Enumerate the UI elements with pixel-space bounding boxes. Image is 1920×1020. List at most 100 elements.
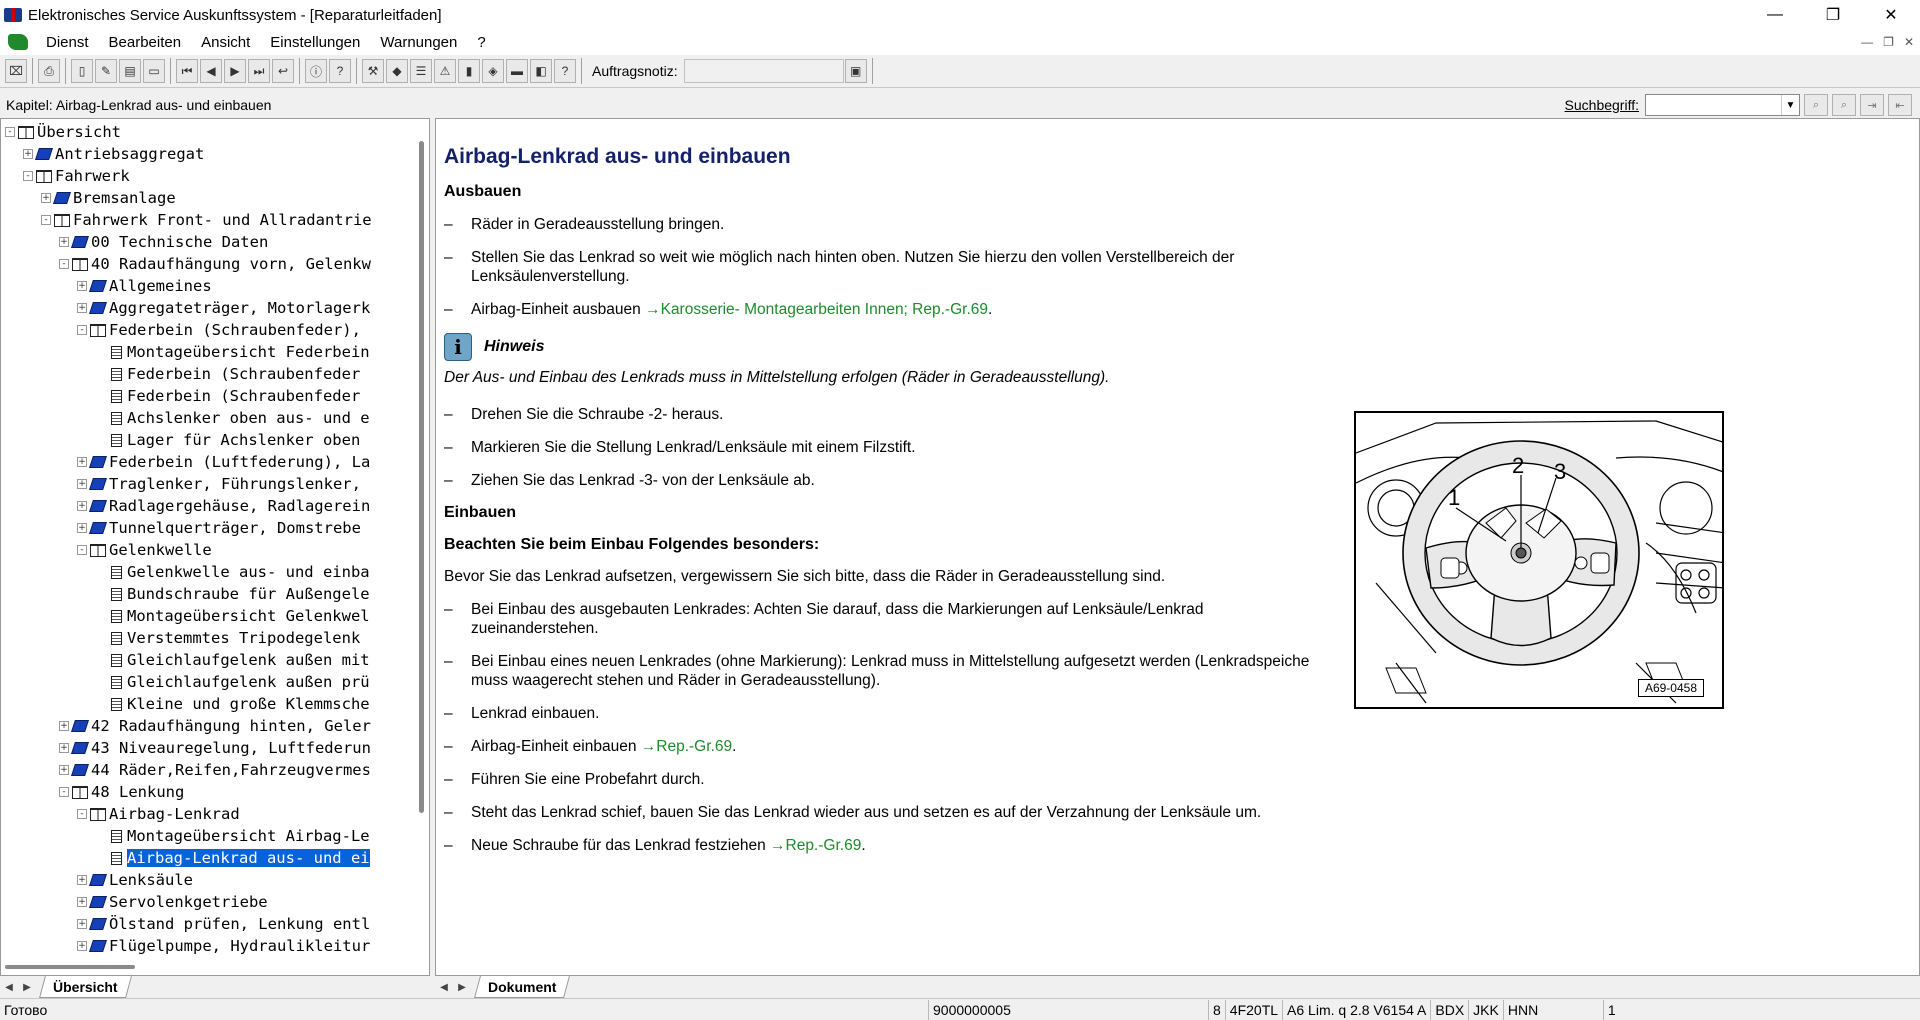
collapse-node-icon[interactable]: - <box>77 545 87 555</box>
previous-page-icon[interactable]: ◀ <box>200 59 222 83</box>
search-next-icon[interactable]: ⌕ <box>1832 94 1856 116</box>
menu-ansicht[interactable]: Ansicht <box>191 34 260 51</box>
doc-restore-button[interactable]: ❐ <box>1883 35 1894 49</box>
tab-dokument[interactable]: Dokument <box>474 976 571 998</box>
tree-item[interactable]: - 40 Radaufhängung vorn, Gelenkw <box>5 253 409 275</box>
tree-item[interactable]: + Aggregateträger, Motorlagerk <box>5 297 409 319</box>
expand-node-icon[interactable]: + <box>77 523 87 533</box>
tree-item[interactable]: + Radlagergehäuse, Radlagerein <box>5 495 409 517</box>
search-dropdown-icon[interactable]: ▼ <box>1781 95 1799 115</box>
tree-horizontal-scrollbar[interactable] <box>1 957 429 975</box>
tree-item[interactable]: Gleichlaufgelenk außen mit <box>5 649 409 671</box>
tree-item[interactable]: + Tunnelquerträger, Domstrebe <box>5 517 409 539</box>
doc-close-button[interactable]: ✕ <box>1904 35 1914 49</box>
expand-node-icon[interactable]: + <box>77 501 87 511</box>
tree-item[interactable]: - Federbein (Schraubenfeder), <box>5 319 409 341</box>
expand-node-icon[interactable]: + <box>77 457 87 467</box>
expand-node-icon[interactable]: + <box>77 897 87 907</box>
edit-document-icon[interactable]: ✎ <box>95 59 117 83</box>
doc-tab-scroll-right-icon[interactable]: ▶ <box>453 978 471 996</box>
expand-node-icon[interactable]: + <box>77 479 87 489</box>
tree-scroll-thumb[interactable] <box>419 141 424 813</box>
print-icon[interactable]: ⎙ <box>38 59 60 83</box>
tree-item[interactable]: Federbein (Schraubenfeder <box>5 363 409 385</box>
order-note-field[interactable] <box>683 59 844 83</box>
tree-item[interactable]: - Fahrwerk Front- und Allradantrie <box>5 209 409 231</box>
tree-item[interactable]: - Gelenkwelle <box>5 539 409 561</box>
tree-item[interactable]: + Ölstand prüfen, Lenkung entl <box>5 913 409 935</box>
tree-item[interactable]: Bundschraube für Außengele <box>5 583 409 605</box>
tree-item[interactable]: Kleine und große Klemmsche <box>5 693 409 715</box>
collapse-icon[interactable]: ⇤ <box>1888 94 1912 116</box>
close-button[interactable]: ✕ <box>1862 0 1920 30</box>
app-menu-icon[interactable] <box>8 34 28 50</box>
tree-item[interactable]: Lager für Achslenker oben <box>5 429 409 451</box>
restore-button[interactable]: ❐ <box>1804 0 1862 30</box>
order-note-button-icon[interactable]: ▣ <box>844 59 867 83</box>
tab-scroll-left-icon[interactable]: ◀ <box>0 978 18 996</box>
tree-item[interactable]: Achslenker oben aus- und e <box>5 407 409 429</box>
tree-item[interactable]: Federbein (Schraubenfeder <box>5 385 409 407</box>
note-help-icon[interactable]: ? <box>554 59 576 83</box>
expand-node-icon[interactable]: + <box>59 721 69 731</box>
next-page-icon[interactable]: ▶ <box>224 59 246 83</box>
tree-item[interactable]: +00 Technische Daten <box>5 231 409 253</box>
tree-item[interactable]: + Lenksäule <box>5 869 409 891</box>
tree-item[interactable]: + Federbein (Luftfederung), La <box>5 451 409 473</box>
exit-icon[interactable]: ⌧ <box>5 59 27 83</box>
expand-node-icon[interactable]: + <box>77 281 87 291</box>
expand-node-icon[interactable]: + <box>77 919 87 929</box>
warning-icon[interactable]: ⚠ <box>434 59 456 83</box>
minimize-button[interactable]: — <box>1746 0 1804 30</box>
expand-node-icon[interactable]: + <box>59 743 69 753</box>
collapse-node-icon[interactable]: - <box>41 215 51 225</box>
link-karosserie-rep-gr-69[interactable]: →Karosserie- Montagearbeiten Innen; Rep.… <box>645 301 988 318</box>
tree-item[interactable]: Gleichlaufgelenk außen prü <box>5 671 409 693</box>
tree-item[interactable]: Gelenkwelle aus- und einba <box>5 561 409 583</box>
menu-warnungen[interactable]: Warnungen <box>370 34 467 51</box>
collapse-node-icon[interactable]: - <box>77 325 87 335</box>
expand-node-icon[interactable]: + <box>77 875 87 885</box>
collapse-node-icon[interactable]: - <box>5 127 15 137</box>
link-rep-gr-69[interactable]: →Rep.-Gr.69 <box>641 738 732 755</box>
expand-node-icon[interactable]: + <box>77 941 87 951</box>
search-input[interactable]: ▼ <box>1645 94 1800 116</box>
info-icon[interactable]: ⓘ <box>305 59 327 83</box>
notes-icon[interactable]: ▤ <box>119 59 141 83</box>
repair-guide-icon[interactable]: ◈ <box>482 59 504 83</box>
tree-item[interactable]: +44 Räder,Reifen,Fahrzeugvermes <box>5 759 409 781</box>
list-icon[interactable]: ☰ <box>410 59 432 83</box>
first-page-icon[interactable]: ⏮ <box>176 59 198 83</box>
tree-item[interactable]: + Allgemeines <box>5 275 409 297</box>
last-page-icon[interactable]: ⏭ <box>248 59 270 83</box>
tree-item[interactable]: - Airbag-Lenkrad <box>5 803 409 825</box>
collapse-node-icon[interactable]: - <box>77 809 87 819</box>
tab-uebersicht[interactable]: Übersicht <box>39 976 132 998</box>
tree-item[interactable]: + Antriebsaggregat <box>5 143 409 165</box>
tools-icon[interactable]: ⚒ <box>362 59 384 83</box>
tree-hscroll-thumb[interactable] <box>5 965 135 969</box>
book-icon[interactable]: ◧ <box>530 59 552 83</box>
tree-item[interactable]: Montageübersicht Gelenkwel <box>5 605 409 627</box>
trash-icon[interactable]: ▮ <box>458 59 480 83</box>
menu-dienst[interactable]: Dienst <box>36 34 99 51</box>
expand-node-icon[interactable]: + <box>23 149 33 159</box>
menu-help[interactable]: ? <box>467 34 495 51</box>
expand-icon[interactable]: ⇥ <box>1860 94 1884 116</box>
back-icon[interactable]: ↩ <box>272 59 294 83</box>
doc-tab-scroll-left-icon[interactable]: ◀ <box>435 978 453 996</box>
expand-node-icon[interactable]: + <box>77 303 87 313</box>
tree-item[interactable]: - Fahrwerk <box>5 165 409 187</box>
new-document-icon[interactable]: ▯ <box>71 59 93 83</box>
expand-node-icon[interactable]: + <box>41 193 51 203</box>
menu-einstellungen[interactable]: Einstellungen <box>260 34 370 51</box>
tree-item[interactable]: +43 Niveauregelung, Luftfederun <box>5 737 409 759</box>
tab-scroll-right-icon[interactable]: ▶ <box>18 978 36 996</box>
expand-node-icon[interactable]: + <box>59 237 69 247</box>
tree-item[interactable]: + Traglenker, Führungslenker, <box>5 473 409 495</box>
help-icon[interactable]: ? <box>329 59 351 83</box>
car-icon[interactable]: ▬ <box>506 59 528 83</box>
tree-item[interactable]: Montageübersicht Airbag-Le <box>5 825 409 847</box>
tree-item[interactable]: +42 Radaufhängung hinten, Geler <box>5 715 409 737</box>
manual-icon[interactable]: ◆ <box>386 59 408 83</box>
